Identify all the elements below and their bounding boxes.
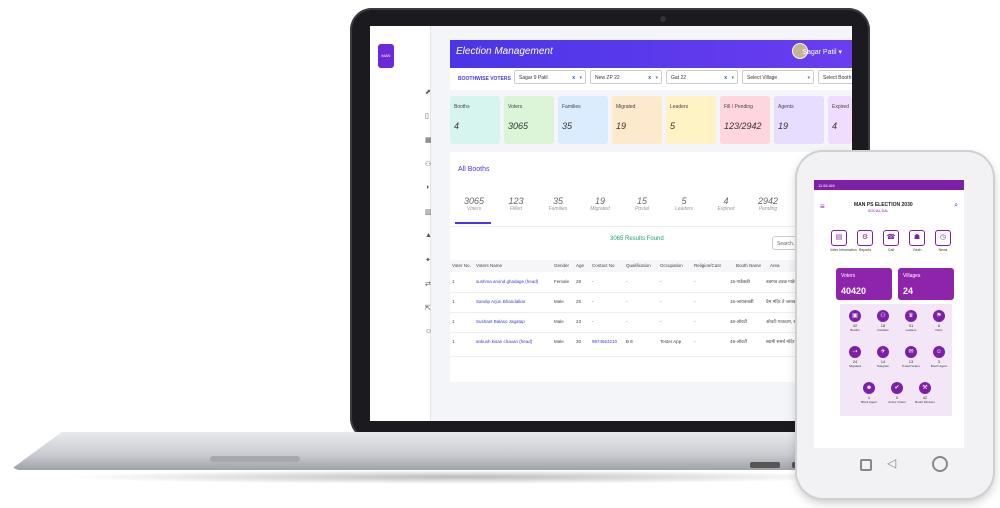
reports-icon: ⚙ [857, 230, 873, 246]
grid-migrated[interactable]: ⇢ 24 Migrated [844, 346, 866, 368]
usb-port [750, 462, 780, 468]
filter-bar: BOOTHWISE VOTERS Sagar 9 Patil x ▾ New ZP … [450, 68, 852, 90]
phone-icon: ☎ [883, 230, 899, 246]
home-button[interactable] [932, 456, 948, 472]
grid-party[interactable]: ⚑ 6 Party [928, 310, 950, 332]
app-logo: MAN [378, 44, 394, 68]
panel-title: All Booths [458, 166, 490, 173]
page-title: Election Management [456, 46, 553, 57]
grid-booth-agent[interactable]: ☺ 3 Booth Agent [928, 346, 950, 368]
table-row[interactable]: 1 Sandip Arjun Bhandalkar Male 25 - - - … [450, 294, 852, 313]
select-village[interactable]: Select Village ▾ [742, 70, 814, 84]
card-migrated[interactable]: Migrated 19 [612, 96, 662, 144]
grid-telegram[interactable]: ✈ 14 Telegram [872, 346, 894, 368]
booths-panel: All Booths 3065 Voters 123 Filled 35 Famili… [450, 152, 852, 382]
grid-families[interactable]: ⚇ 18 Families [872, 310, 894, 332]
laptop-base [10, 432, 870, 470]
quick-voter-info[interactable]: ▤ Voter Information [830, 230, 857, 252]
grid-active-voters[interactable]: ✔ 0 Active Voters [886, 382, 908, 404]
table-row[interactable]: 1 ankush kisan chavan (head) Male 30 987… [450, 334, 852, 357]
divider [450, 226, 852, 227]
stat-voters[interactable]: 3065 Voters [454, 196, 494, 212]
active-tab-indicator [455, 222, 491, 224]
grid-block-agent[interactable]: ☻ 1 Block Agent [858, 382, 880, 404]
stat-leaders[interactable]: 5 Leaders [664, 196, 704, 212]
results-count: 3065 Results Found [610, 236, 664, 242]
app-subtitle: SOCIAL DAL [868, 209, 889, 213]
id-card-icon: ▤ [831, 230, 847, 246]
select-gat[interactable]: Gat 22 x ▾ [666, 70, 738, 84]
card-fill-pending[interactable]: Fill / Pending 123/2942 [720, 96, 770, 144]
trackpad-notch [210, 456, 300, 462]
transfer-icon[interactable]: ⇄ [425, 280, 433, 288]
phone-header: ≡ MAN PS ELECTION 2030 SOCIAL DAL ⌕ [814, 190, 964, 222]
grid-booth-workers[interactable]: ⚒ 42 Booth Workers [914, 382, 936, 404]
summary-cards: Booths 4 Voters 3065 Families 35 Migrated 19… [450, 96, 852, 144]
grid-leaders[interactable]: ♛ 31 Leaders [900, 310, 922, 332]
card-agents[interactable]: Agents 19 [774, 96, 824, 144]
shadow [60, 470, 860, 484]
card-expired[interactable]: Expired 4 [828, 96, 852, 144]
warning-icon[interactable]: ▲ [425, 232, 433, 239]
table-header: Voter No. Voters Name Gender Age Contact… [450, 260, 852, 272]
chart2-icon[interactable]: ▦ [425, 136, 433, 144]
stat-migrated[interactable]: 19 Migrated [580, 196, 620, 212]
stats-grid: ▣ 42 Booths ⚇ 18 Families ♛ 31 Leaders ⚑ 6 Party… [840, 304, 952, 416]
card-voters[interactable]: Voters 3065 [504, 96, 554, 144]
quick-call[interactable]: ☎ Call [882, 230, 900, 252]
building-icon[interactable]: ▥ [425, 208, 433, 216]
export-icon[interactable]: ⇱ [425, 304, 433, 312]
pie-icon[interactable]: ◑ [425, 184, 433, 191]
card-families[interactable]: Families 35 [558, 96, 608, 144]
status-bar: 11:56 AM [814, 180, 964, 190]
people-icon[interactable]: ⚇ [425, 160, 433, 168]
stat-pending[interactable]: 2942 Pending [748, 196, 788, 212]
quick-news[interactable]: ◷ News [934, 230, 952, 252]
clock-icon: ◷ [935, 230, 951, 246]
select-zp[interactable]: New ZP 22 x ▾ [590, 70, 662, 84]
quick-youth[interactable]: ☗ Youth [908, 230, 926, 252]
menu-icon[interactable]: ≡ [820, 202, 825, 211]
user-menu[interactable]: Sagar Patil ▾ [802, 48, 842, 56]
back-icon[interactable]: ◁ [887, 456, 896, 470]
grid-booths[interactable]: ▣ 42 Booths [844, 310, 866, 332]
phone-screen: 11:56 AM ≡ MAN PS ELECTION 2030 SOCIAL D… [814, 180, 964, 448]
stat-postal[interactable]: 15 Postal [622, 196, 662, 212]
card-voters[interactable]: Voters 40420 [836, 268, 892, 300]
quick-reports[interactable]: ⚙ Reports [856, 230, 874, 252]
stat-filled[interactable]: 123 Filled [496, 196, 536, 212]
topbar: Election Management Sagar Patil ▾ [450, 40, 852, 68]
select-booth[interactable]: Select Booth▾ [818, 70, 852, 84]
settings-icon[interactable]: ✦ [425, 256, 433, 264]
camera [660, 16, 666, 22]
section-label: BOOTHWISE VOTERS [458, 76, 511, 82]
stat-families[interactable]: 35 Families [538, 196, 578, 212]
grid-postal[interactable]: ✉ 13 Postal Voters [900, 346, 922, 368]
stat-expired[interactable]: 4 Expired [706, 196, 746, 212]
chart-icon[interactable]: ⬈ [425, 88, 433, 96]
table-row[interactable]: 1 sushma arvind ghadage (head) Female 28… [450, 274, 852, 293]
card-leaders[interactable]: Leaders 5 [666, 96, 716, 144]
laptop-screen: MAN ⬈ ▯ ▦ ⚇ ◑ ▥ ▲ ✦ ⇄ ⇱ ☺ Election Manag… [370, 26, 852, 421]
youth-icon: ☗ [909, 230, 925, 246]
doc-icon[interactable]: ▯ [425, 112, 433, 120]
app-title: MAN PS ELECTION 2030 [854, 202, 913, 208]
select-candidate[interactable]: Sagar 9 Patil x ▾ [514, 70, 586, 84]
sidebar: MAN [370, 26, 431, 421]
card-booths[interactable]: Booths 4 [450, 96, 500, 144]
table-row[interactable]: 1 Sushant Balaso Jagatap Male 23 - - - -… [450, 314, 852, 333]
user-icon[interactable]: ☺ [425, 328, 433, 335]
search-icon[interactable]: ⌕ [954, 202, 958, 210]
card-villages[interactable]: Villages 24 [898, 268, 954, 300]
recents-button[interactable] [860, 459, 872, 471]
